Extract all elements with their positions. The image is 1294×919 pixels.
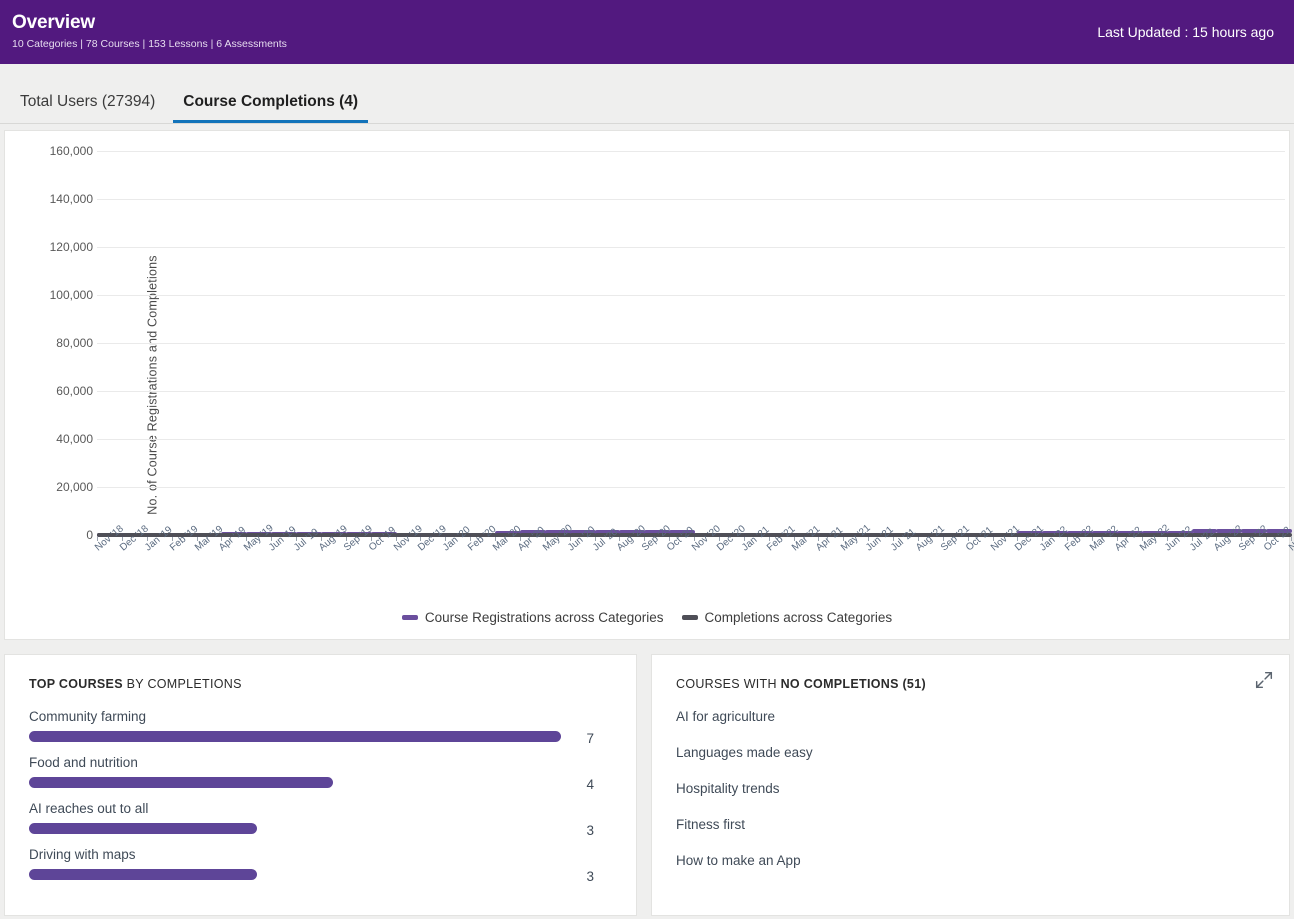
y-tick-label: 20,000 [56,480,93,494]
no-completions-title-strong: NO COMPLETIONS (51) [780,677,926,691]
no-completion-course-item[interactable]: Languages made easy [676,745,1265,760]
no-completions-panel: COURSES WITH NO COMPLETIONS (51) AI for … [651,654,1290,916]
legend-label-registrations: Course Registrations across Categories [424,610,664,625]
legend-swatch-completions [681,615,698,620]
top-course-bar-track [29,869,612,880]
legend-item-registrations[interactable]: Course Registrations across Categories [401,610,664,625]
gridline [97,487,1285,488]
gridline [97,439,1285,440]
no-completion-course-item[interactable]: AI for agriculture [676,709,1265,724]
expand-icon[interactable] [1255,671,1273,689]
header-left: Overview 10 Categories | 78 Courses | 15… [12,12,287,52]
no-completion-course-item[interactable]: Fitness first [676,817,1265,832]
top-courses-panel: TOP COURSES BY COMPLETIONS Community far… [4,654,637,916]
tab-course-completions[interactable]: Course Completions (4) [173,93,369,123]
top-course-value: 4 [586,777,594,792]
app-header: Overview 10 Categories | 78 Courses | 15… [0,0,1294,64]
legend-label-completions: Completions across Categories [704,610,893,625]
tab-total-users[interactable]: Total Users (27394) [10,93,165,123]
top-course-row[interactable]: Community farming 7 [29,709,612,746]
no-completion-course-item[interactable]: How to make an App [676,853,1265,868]
y-tick-label: 80,000 [56,336,93,350]
top-course-bar-track [29,823,612,834]
header-summary: 10 Categories | 78 Courses | 153 Lessons… [12,38,287,50]
y-tick-label: 160,000 [49,144,93,158]
y-tick-label: 40,000 [56,432,93,446]
y-tick-label: 100,000 [49,288,93,302]
gridline [97,343,1285,344]
top-course-value: 7 [586,731,594,746]
gridline [97,295,1285,296]
page-title: Overview [12,12,95,33]
line-chart[interactable]: No. of Course Registrations and Completi… [5,131,1294,639]
y-tick-label: 140,000 [49,192,93,206]
top-course-value: 3 [586,869,594,884]
top-course-name: Driving with maps [29,847,136,862]
top-course-bar-fill [29,777,333,788]
bottom-panels: TOP COURSES BY COMPLETIONS Community far… [4,654,1290,916]
legend-swatch-registrations [401,615,418,620]
top-course-value: 3 [586,823,594,838]
chart-legend: Course Registrations across Categories C… [5,610,1289,625]
top-course-name: AI reaches out to all [29,801,149,816]
legend-item-completions[interactable]: Completions across Categories [681,610,893,625]
no-completions-title: COURSES WITH NO COMPLETIONS (51) [676,677,1265,691]
no-completion-course-item[interactable]: Hospitality trends [676,781,1265,796]
top-course-name: Food and nutrition [29,755,138,770]
top-course-name: Community farming [29,709,147,724]
no-completions-list: AI for agriculture Languages made easy Hos… [676,709,1265,868]
top-course-bar-track [29,731,612,742]
top-course-bar-track [29,777,612,788]
tab-bar: Total Users (27394) Course Completions (… [0,64,1294,124]
top-course-row[interactable]: Food and nutrition 4 [29,755,612,792]
top-course-bar-fill [29,823,257,834]
gridline [97,151,1285,152]
gridline [97,391,1285,392]
top-course-row[interactable]: Driving with maps 3 [29,847,612,884]
chart-card: No. of Course Registrations and Completi… [4,130,1294,640]
top-courses-list: Community farming 7 Food and nutrition 4 AI … [29,709,612,884]
top-courses-title-strong: TOP COURSES [29,677,123,691]
y-tick-label: 60,000 [56,384,93,398]
y-tick-label: 0 [86,528,93,542]
top-course-bar-fill [29,869,257,880]
top-courses-title-rest: BY COMPLETIONS [122,677,242,691]
y-tick-label: 120,000 [49,240,93,254]
top-course-row[interactable]: AI reaches out to all 3 [29,801,612,838]
gridline [97,199,1285,200]
no-completions-title-prefix: COURSES WITH [676,677,781,691]
top-courses-title: TOP COURSES BY COMPLETIONS [29,677,612,691]
top-course-bar-fill [29,731,561,742]
gridline [97,247,1285,248]
y-axis-ticks: 0 20,000 40,000 60,000 80,000 100,000 120,000 1… [35,131,93,639]
last-updated-label: Last Updated : 15 hours ago [1097,24,1274,40]
